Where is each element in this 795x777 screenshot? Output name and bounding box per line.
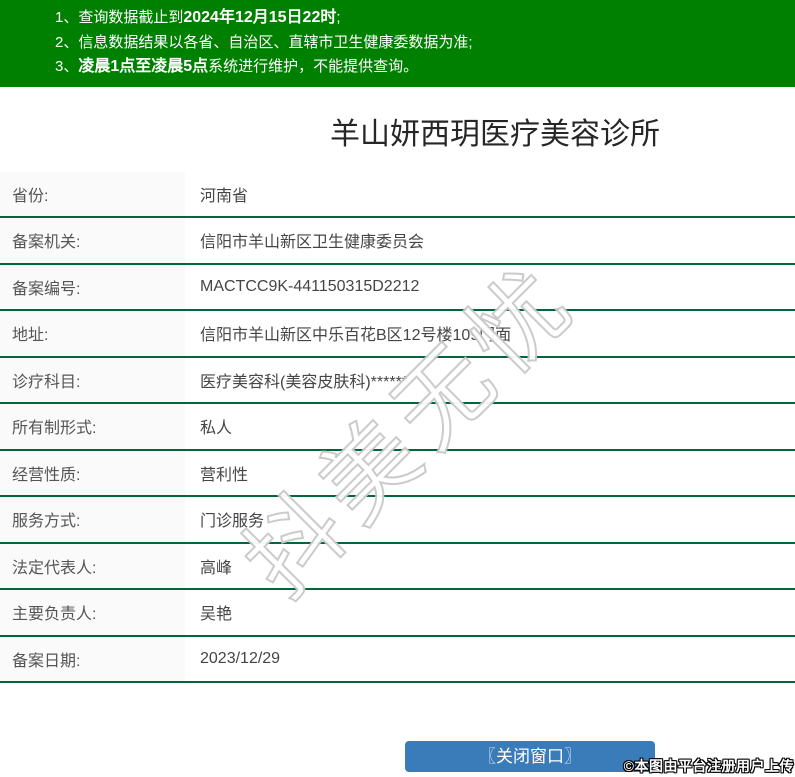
row-label: 省份:: [0, 171, 185, 216]
table-row: 备案机关: 信阳市羊山新区卫生健康委员会: [0, 218, 795, 265]
row-value: 门诊服务: [200, 513, 265, 531]
notice-banner: 1、查询数据截止到2024年12月15日22时; 2、信息数据结果以各省、自治区…: [0, 0, 795, 87]
notice-line-bold-text: 凌晨1点至凌晨5点: [78, 58, 209, 75]
notice-line: 1、查询数据截止到2024年12月15日22时;: [55, 6, 795, 31]
notice-line-number: 3、: [55, 58, 79, 75]
notice-line-text: 查询数据截止到: [78, 9, 184, 26]
row-label: 法定代表人:: [0, 543, 185, 588]
row-value: 信阳市羊山新区卫生健康委员会: [200, 234, 425, 252]
row-label: 备案编号:: [0, 264, 185, 309]
row-value: 吴艳: [200, 606, 233, 624]
row-label: 服务方式:: [0, 497, 185, 542]
row-label: 所有制形式:: [0, 404, 185, 449]
row-value: MACTCC9K-441150315D2212: [200, 277, 420, 295]
row-label: 备案日期:: [0, 636, 185, 681]
row-value: 2023/12/29: [200, 649, 281, 667]
table-row: 经营性质: 营利性: [0, 450, 795, 497]
table-row: 所有制形式: 私人: [0, 404, 795, 451]
table-row: 诊疗科目: 医疗美容科(美容皮肤科)******: [0, 357, 795, 404]
row-value: 信阳市羊山新区中乐百花B区12号楼109门面: [200, 327, 512, 345]
row-value: 高峰: [200, 559, 233, 577]
table-row: 省份: 河南省: [0, 171, 795, 218]
close-window-button[interactable]: 〖关闭窗口〗: [405, 741, 655, 772]
upload-credit-stamp: ©本图由平台注册用户上传: [623, 758, 794, 774]
table-row: 法定代表人: 高峰: [0, 543, 795, 590]
notice-line-text: 信息数据结果以各省、自治区、直辖市卫生健康委数据为准;: [78, 33, 473, 51]
notice-line-text-after: 系统进行维护，不能提供查询。: [208, 58, 419, 75]
clinic-title: 羊山妍西玥医疗美容诊所: [330, 117, 660, 151]
row-label: 主要负责人:: [0, 590, 185, 635]
record-content: 羊山妍西玥医疗美容诊所 省份: 河南省 备案机关: 信阳市羊山新区卫生健康委员会…: [0, 115, 795, 683]
table-row: 主要负责人: 吴艳: [0, 590, 795, 637]
row-value: 医疗美容科(美容皮肤科)******: [200, 373, 409, 391]
table-row: 备案日期: 2023/12/29: [0, 636, 795, 683]
notice-line-text-after: ;: [336, 9, 341, 26]
row-value: 营利性: [200, 466, 249, 484]
table-row: 备案编号: MACTCC9K-441150315D2212: [0, 264, 795, 311]
row-label: 诊疗科目:: [0, 357, 185, 402]
row-value: 私人: [200, 420, 233, 438]
notice-line-number: 2、: [55, 33, 79, 51]
notice-line-number: 1、: [55, 9, 79, 26]
row-label: 备案机关:: [0, 218, 185, 263]
notice-line: 2、信息数据结果以各省、自治区、直辖市卫生健康委数据为准;: [55, 31, 795, 56]
table-row: 地址: 信阳市羊山新区中乐百花B区12号楼109门面: [0, 311, 795, 358]
notice-line-bold-text: 2024年12月15日22时: [183, 9, 337, 26]
notice-line: 3、凌晨1点至凌晨5点系统进行维护，不能提供查询。: [55, 55, 795, 80]
row-label: 地址:: [0, 311, 185, 356]
table-row: 服务方式: 门诊服务: [0, 497, 795, 544]
row-label: 经营性质:: [0, 450, 185, 495]
record-table: 省份: 河南省 备案机关: 信阳市羊山新区卫生健康委员会 备案编号: MACTC…: [0, 171, 795, 683]
row-value: 河南省: [200, 187, 249, 205]
